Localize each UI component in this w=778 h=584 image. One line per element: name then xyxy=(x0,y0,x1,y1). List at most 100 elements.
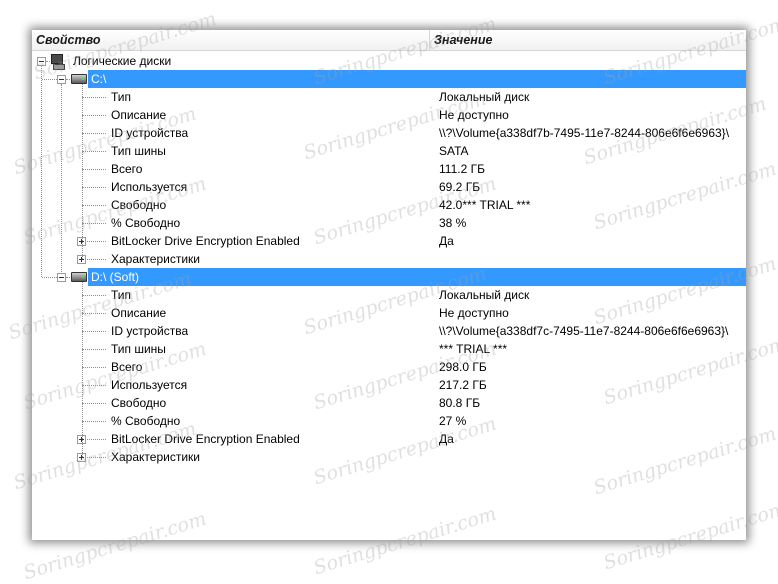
tree-node-property[interactable]: Описание Не доступно xyxy=(32,304,746,322)
drive-label: C:\ xyxy=(91,72,107,86)
tree-node-property[interactable]: Тип шины SATA xyxy=(32,142,746,160)
property-name: Свободно xyxy=(111,396,167,410)
tree-node-property[interactable]: ID устройства \\?\Volume{a338df7b-7495-11… xyxy=(32,124,746,142)
tree-connector xyxy=(42,277,57,278)
tree-connector xyxy=(41,66,42,277)
tree-node-property[interactable]: BitLocker Drive Encryption Enabled Да xyxy=(32,232,746,250)
tree-connector xyxy=(82,385,106,386)
property-value: Да xyxy=(439,432,454,446)
property-name: Тип шины xyxy=(111,342,166,356)
tree-node-property[interactable]: Используется 69.2 ГБ xyxy=(32,178,746,196)
property-value: *** TRIAL *** xyxy=(439,342,508,356)
tree-node-property[interactable]: Описание Не доступно xyxy=(32,106,746,124)
property-name: Тип xyxy=(111,288,132,302)
tree-node-property[interactable]: ID устройства \\?\Volume{a338df7c-7495-11… xyxy=(32,322,746,340)
properties-tree-panel: Свойство Значение Логические диски C:\ Тип… xyxy=(32,30,746,540)
tree-node-property[interactable]: % Свободно 38 % xyxy=(32,214,746,232)
tree-connector xyxy=(82,331,106,332)
tree-connector xyxy=(82,84,83,259)
property-name: Тип шины xyxy=(111,144,166,158)
property-value: 80.8 ГБ xyxy=(439,396,481,410)
tree-node-property[interactable]: Тип шины *** TRIAL *** xyxy=(32,340,746,358)
tree-connector xyxy=(82,97,106,98)
property-name: Тип xyxy=(111,90,132,104)
property-name: Всего xyxy=(111,162,143,176)
property-value: 38 % xyxy=(439,216,467,230)
property-name: Свободно xyxy=(111,198,167,212)
property-value: SATA xyxy=(439,144,469,158)
tree-connector xyxy=(82,403,106,404)
column-header: Свойство Значение xyxy=(32,30,746,51)
tree-node-property[interactable]: Всего 111.2 ГБ xyxy=(32,160,746,178)
property-value: Локальный диск xyxy=(439,288,530,302)
tree-node-property[interactable]: Характеристики xyxy=(32,250,746,268)
property-value: 69.2 ГБ xyxy=(439,180,481,194)
tree-connector xyxy=(82,151,106,152)
property-name: Используется xyxy=(111,180,188,194)
property-name: Характеристики xyxy=(111,450,200,464)
property-value: \\?\Volume{a338df7b-7495-11e7-8244-806e6… xyxy=(439,126,730,140)
collapse-toggle[interactable] xyxy=(37,57,46,66)
tree-node-property[interactable]: Всего 298.0 ГБ xyxy=(32,358,746,376)
property-name: Используется xyxy=(111,378,188,392)
tree-connector xyxy=(82,282,83,457)
property-name: BitLocker Drive Encryption Enabled xyxy=(111,432,300,446)
drive-icon xyxy=(71,74,87,84)
logical-disks-icon xyxy=(51,54,65,70)
tree-node-drive[interactable]: C:\ xyxy=(32,70,746,88)
tree-connector xyxy=(82,367,106,368)
property-name: Описание xyxy=(111,108,167,122)
tree-node-property[interactable]: Характеристики xyxy=(32,448,746,466)
property-value: Локальный диск xyxy=(439,90,530,104)
tree-node-property[interactable]: Используется 217.2 ГБ xyxy=(32,376,746,394)
tree-node-property[interactable]: Свободно 80.8 ГБ xyxy=(32,394,746,412)
property-name: % Свободно xyxy=(111,414,181,428)
tree-connector xyxy=(66,79,70,80)
property-name: Всего xyxy=(111,360,143,374)
property-name: % Свободно xyxy=(111,216,181,230)
property-value: \\?\Volume{a338df7c-7495-11e7-8244-806e6… xyxy=(439,324,729,338)
tree-node-drive[interactable]: D:\ (Soft) xyxy=(32,268,746,286)
property-name: ID устройства xyxy=(111,126,189,140)
drive-label: D:\ (Soft) xyxy=(91,270,140,284)
tree-connector xyxy=(82,349,106,350)
tree-node-property[interactable]: % Свободно 27 % xyxy=(32,412,746,430)
property-value: Не доступно xyxy=(439,108,509,122)
tree-node-property[interactable]: Свободно 42.0*** TRIAL *** xyxy=(32,196,746,214)
tree-connector xyxy=(66,277,70,278)
tree-connector xyxy=(82,133,106,134)
property-name: Характеристики xyxy=(111,252,200,266)
property-name: Описание xyxy=(111,306,167,320)
property-value: Да xyxy=(439,234,454,248)
tree-node-property[interactable]: BitLocker Drive Encryption Enabled Да xyxy=(32,430,746,448)
tree-node-property[interactable]: Тип Локальный диск xyxy=(32,88,746,106)
tree-connector xyxy=(82,205,106,206)
property-value: Не доступно xyxy=(439,306,509,320)
collapse-toggle[interactable] xyxy=(57,75,66,84)
selection-highlight xyxy=(88,268,746,286)
tree-connector xyxy=(82,187,106,188)
tree-node-label: Логические диски xyxy=(73,54,172,68)
tree-connector xyxy=(61,84,62,272)
property-value: 27 % xyxy=(439,414,467,428)
column-header-value[interactable]: Значение xyxy=(430,30,746,50)
property-value: 111.2 ГБ xyxy=(439,162,485,176)
tree-connector xyxy=(82,421,106,422)
property-name: ID устройства xyxy=(111,324,189,338)
tree-connector xyxy=(42,79,57,80)
tree-node-logical-disks[interactable]: Логические диски xyxy=(32,52,746,70)
property-value: 42.0*** TRIAL *** xyxy=(439,198,531,212)
tree-connector xyxy=(82,313,106,314)
column-header-property[interactable]: Свойство xyxy=(32,30,430,50)
tree-node-property[interactable]: Тип Локальный диск xyxy=(32,286,746,304)
property-name: BitLocker Drive Encryption Enabled xyxy=(111,234,300,248)
tree-connector xyxy=(82,223,106,224)
collapse-toggle[interactable] xyxy=(57,273,66,282)
selection-highlight xyxy=(88,70,746,88)
property-value: 217.2 ГБ xyxy=(439,378,487,392)
property-value: 298.0 ГБ xyxy=(439,360,487,374)
drive-icon xyxy=(71,272,87,282)
tree-connector xyxy=(82,169,106,170)
tree-connector xyxy=(82,295,106,296)
tree-connector xyxy=(46,61,50,62)
